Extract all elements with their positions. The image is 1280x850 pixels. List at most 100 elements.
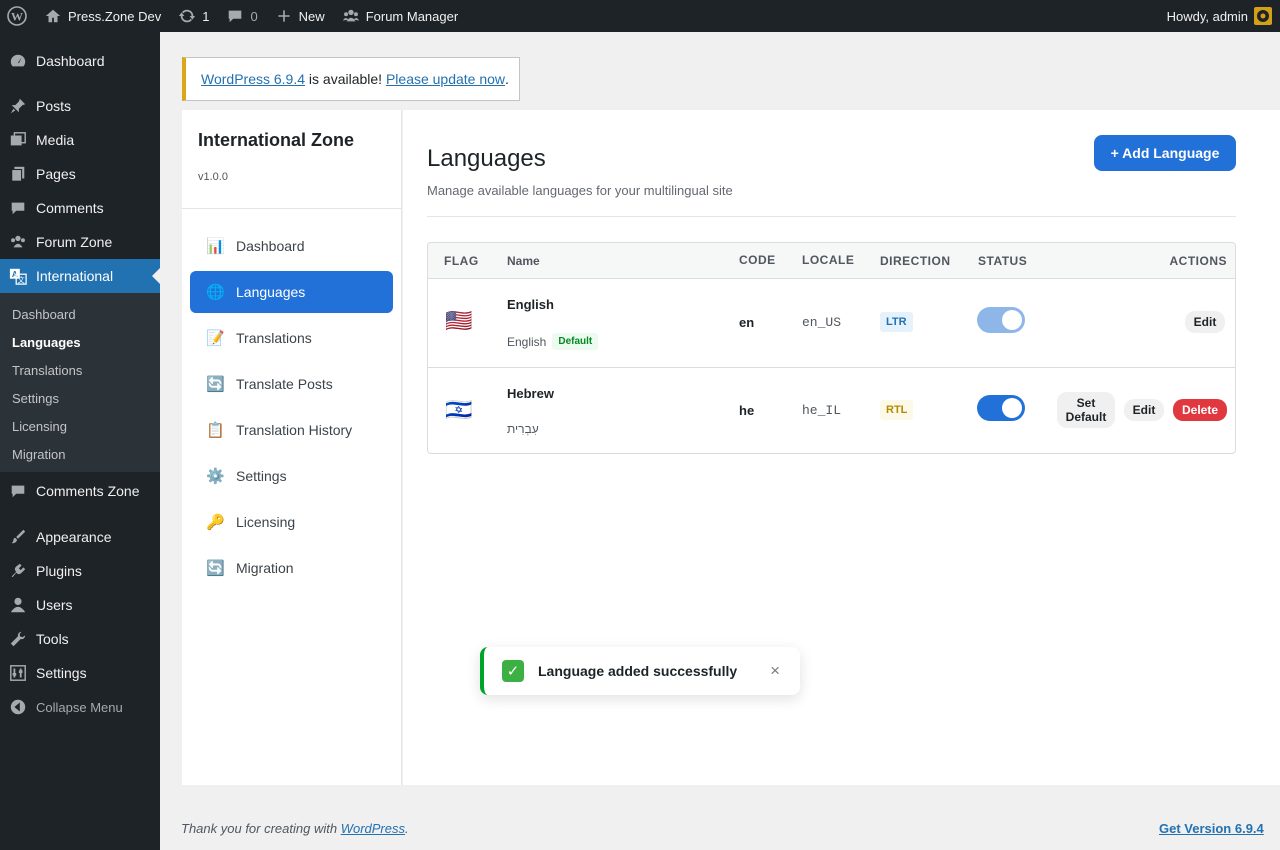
col-direction: DIRECTION: [880, 254, 951, 268]
table-header: FLAG Name CODE LOCALE DIRECTION STATUS A…: [428, 243, 1235, 279]
languages-table: FLAG Name CODE LOCALE DIRECTION STATUS A…: [427, 242, 1236, 454]
language-name: English: [507, 297, 554, 312]
menu-item-appearance[interactable]: Appearance: [0, 520, 160, 554]
status-toggle[interactable]: [977, 307, 1025, 333]
wrench-icon: [8, 629, 28, 649]
update-notice: WordPress 6.9.4 is available! Please upd…: [182, 57, 520, 101]
forum-manager-link[interactable]: Forum Manager: [333, 0, 466, 32]
plugin-nav-translate-posts[interactable]: 🔄 Translate Posts: [190, 363, 393, 405]
edit-button[interactable]: Edit: [1124, 399, 1164, 421]
col-locale: LOCALE: [802, 253, 855, 267]
add-language-button[interactable]: + Add Language: [1094, 135, 1236, 171]
submenu-dashboard[interactable]: Dashboard: [0, 300, 160, 328]
menu-item-dashboard[interactable]: Dashboard: [0, 44, 160, 78]
home-icon: [43, 6, 63, 26]
menu-item-comments[interactable]: Comments: [0, 191, 160, 225]
plugin-header: International Zone v1.0.0: [182, 110, 401, 209]
submenu-settings[interactable]: Settings: [0, 384, 160, 412]
wordpress-version-link[interactable]: WordPress 6.9.4: [201, 71, 305, 87]
menu-item-posts[interactable]: Posts: [0, 89, 160, 123]
nav-label: Translation History: [236, 422, 353, 438]
menu-label: Settings: [36, 665, 87, 681]
edit-button[interactable]: Edit: [1185, 311, 1225, 333]
comments-count: 0: [250, 8, 258, 24]
menu-item-comments-zone[interactable]: Comments Zone: [0, 474, 160, 508]
wordpress-link[interactable]: WordPress: [341, 821, 405, 836]
direction-badge: RTL: [880, 400, 914, 420]
table-row: 🇮🇱 Hebrew עִבְרִית he he_IL RTL Set Defa…: [428, 368, 1235, 453]
pushpin-icon: [8, 96, 28, 116]
update-now-link[interactable]: Please update now: [386, 71, 505, 87]
plugin-nav-dashboard[interactable]: 📊 Dashboard: [190, 225, 393, 267]
status-toggle-wrap: [977, 395, 1025, 421]
groups-icon: [341, 6, 361, 26]
submenu-licensing[interactable]: Licensing: [0, 412, 160, 440]
pages-icon: [8, 164, 28, 184]
svg-text:文: 文: [18, 275, 25, 284]
comment-bubble-icon: [8, 198, 28, 218]
menu-item-forum-zone[interactable]: Forum Zone: [0, 225, 160, 259]
nav-label: Licensing: [236, 514, 296, 530]
refresh-icon: 🔄: [206, 376, 225, 393]
nav-label: Migration: [236, 560, 294, 576]
submenu-migration[interactable]: Migration: [0, 440, 160, 468]
key-icon: 🔑: [206, 514, 225, 531]
translation-icon: A文: [8, 266, 28, 286]
plugin-nav-languages[interactable]: 🌐 Languages: [190, 271, 393, 313]
updates-link[interactable]: 1: [169, 0, 217, 32]
media-icon: [8, 130, 28, 150]
menu-item-international[interactable]: A文 International: [0, 259, 160, 293]
language-locale: en_US: [802, 315, 842, 330]
toggle-knob: [1002, 310, 1022, 330]
divider: [427, 216, 1236, 217]
paintbrush-icon: [8, 527, 28, 547]
notice-text: is available!: [305, 71, 386, 87]
direction-badge: LTR: [880, 312, 913, 332]
footer-thanks: Thank you for creating with WordPress.: [181, 821, 409, 836]
menu-label: Appearance: [36, 529, 112, 545]
col-name: Name: [507, 254, 540, 268]
notice-end: .: [505, 71, 509, 87]
new-content-link[interactable]: New: [266, 0, 333, 32]
collapse-menu-button[interactable]: Collapse Menu: [0, 690, 160, 724]
plugin-nav-translations[interactable]: 📝 Translations: [190, 317, 393, 359]
us-flag-icon: 🇺🇸: [445, 308, 473, 333]
table-row: 🇺🇸 English English Default en en_US LTR …: [428, 279, 1235, 368]
language-name: Hebrew: [507, 386, 554, 401]
comment-bubble-icon: [225, 6, 245, 26]
menu-item-settings[interactable]: Settings: [0, 656, 160, 690]
plugin-nav-translation-history[interactable]: 📋 Translation History: [190, 409, 393, 451]
close-icon[interactable]: ×: [770, 661, 780, 681]
submenu-languages[interactable]: Languages: [0, 328, 160, 356]
plugin-nav-settings[interactable]: ⚙️ Settings: [190, 455, 393, 497]
delete-button[interactable]: Delete: [1173, 399, 1227, 421]
plugin-nav-migration[interactable]: 🔄 Migration: [190, 547, 393, 589]
status-toggle[interactable]: [977, 395, 1025, 421]
international-submenu: Dashboard Languages Translations Setting…: [0, 293, 160, 472]
menu-item-pages[interactable]: Pages: [0, 157, 160, 191]
globe-icon: 🌐: [206, 284, 225, 301]
admin-bar: W Press.Zone Dev 1 0 New Forum Manager H…: [0, 0, 1280, 32]
site-name-link[interactable]: Press.Zone Dev: [35, 0, 169, 32]
menu-item-plugins[interactable]: Plugins: [0, 554, 160, 588]
updates-icon: [177, 6, 197, 26]
get-version-link[interactable]: Get Version 6.9.4: [1159, 821, 1264, 836]
menu-item-users[interactable]: Users: [0, 588, 160, 622]
bar-chart-icon: 📊: [206, 238, 225, 255]
set-default-button[interactable]: Set Default: [1057, 392, 1115, 428]
plugin-nav-licensing[interactable]: 🔑 Licensing: [190, 501, 393, 543]
my-account-link[interactable]: Howdy, admin: [1159, 0, 1280, 32]
menu-item-media[interactable]: Media: [0, 123, 160, 157]
submenu-translations[interactable]: Translations: [0, 356, 160, 384]
user-icon: [8, 595, 28, 615]
menu-label: Dashboard: [36, 53, 105, 69]
native-name-group: English Default: [507, 333, 599, 350]
collapse-label: Collapse Menu: [36, 699, 123, 715]
comments-link[interactable]: 0: [217, 0, 265, 32]
menu-label: Forum Zone: [36, 234, 113, 250]
native-name: English: [507, 334, 547, 349]
wp-logo-menu[interactable]: W: [0, 0, 35, 32]
menu-label: Pages: [36, 166, 76, 182]
language-code: en: [739, 315, 755, 330]
menu-item-tools[interactable]: Tools: [0, 622, 160, 656]
